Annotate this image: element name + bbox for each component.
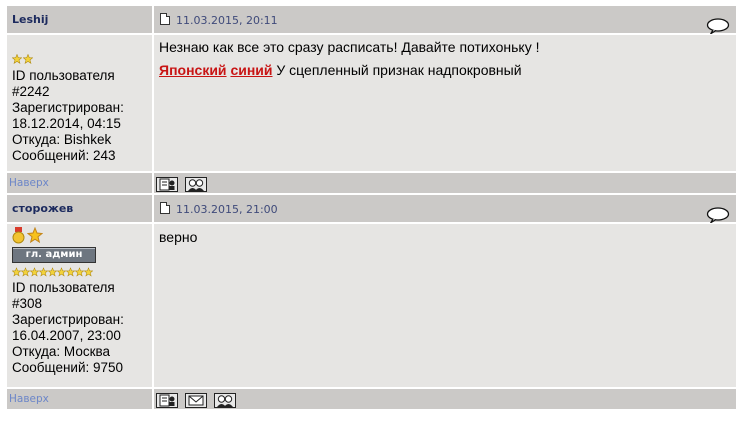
- post-text: Незнаю как все это сразу расписать! Дава…: [159, 39, 540, 55]
- post-footer-row: Наверх: [7, 173, 736, 193]
- post-date: 11.03.2015, 21:00: [176, 202, 278, 216]
- post-link-japanese[interactable]: Японский: [159, 62, 227, 78]
- user-stars: [12, 267, 147, 277]
- post-text-line2: Японский синий У сцепленный признак надп…: [159, 62, 731, 79]
- users-icon: [217, 394, 234, 407]
- posts-table: Leshij 11.03.2015, 20:11 ID пользователя…: [5, 4, 738, 411]
- user-medals: [12, 227, 147, 244]
- star-icon: [30, 267, 39, 277]
- post-actions: [154, 389, 736, 409]
- quote-bubble-icon[interactable]: [706, 206, 730, 223]
- user-message-count: Сообщений: 243: [12, 148, 116, 163]
- envelope-icon: [188, 395, 204, 405]
- registered-label: Зарегистрирован:: [12, 312, 124, 327]
- document-icon[interactable]: [160, 201, 170, 214]
- star-icon: [39, 267, 48, 277]
- post-author[interactable]: сторожев: [7, 195, 152, 222]
- user-location: Откуда: Bishkek: [12, 132, 112, 147]
- back-to-top-link[interactable]: Наверх: [7, 389, 152, 409]
- post-header-row: сторожев 11.03.2015, 21:00: [7, 195, 736, 223]
- user-id: #2242: [12, 84, 50, 99]
- star-icon: [84, 267, 93, 277]
- back-to-top-link[interactable]: Наверх: [7, 173, 152, 193]
- post-actions: [154, 173, 736, 193]
- post-date: 11.03.2015, 20:11: [176, 13, 278, 27]
- registered-date: 16.04.2007, 23:00: [12, 328, 121, 343]
- user-profile: гл. админ ID пользователя #308 Зарегистр…: [7, 224, 152, 387]
- user-message-count: Сообщений: 9750: [12, 360, 124, 375]
- profile-button[interactable]: [156, 176, 178, 192]
- friends-button[interactable]: [185, 176, 208, 192]
- star-icon: [66, 267, 75, 277]
- star-icon: [21, 267, 30, 277]
- user-id: #308: [12, 296, 43, 311]
- post-content-row: гл. админ ID пользователя #308 Зарегистр…: [7, 224, 736, 387]
- post-body: верно: [154, 224, 736, 387]
- registered-label: Зарегистрирован:: [12, 100, 124, 115]
- private-message-button[interactable]: [185, 392, 208, 408]
- star-icon: [12, 54, 22, 64]
- medal-icon: [27, 227, 43, 244]
- star-icon: [57, 267, 66, 277]
- post-meta: 11.03.2015, 21:00: [154, 195, 736, 223]
- registered-date: 18.12.2014, 04:15: [12, 116, 121, 131]
- forum-thread: Leshij 11.03.2015, 20:11 ID пользователя…: [5, 4, 738, 411]
- quote-bubble-icon[interactable]: [706, 17, 730, 34]
- post-meta: 11.03.2015, 20:11: [154, 6, 736, 34]
- star-icon: [48, 267, 57, 277]
- user-profile: ID пользователя #2242 Зарегистрирован: 1…: [7, 35, 152, 171]
- post-author[interactable]: Leshij: [7, 6, 152, 33]
- profile-button[interactable]: [156, 392, 178, 408]
- star-icon: [23, 54, 33, 64]
- star-icon: [12, 267, 21, 277]
- user-id-label: ID пользователя: [12, 280, 115, 295]
- post-header-row: Leshij 11.03.2015, 20:11: [7, 6, 736, 34]
- rank-badge: гл. админ: [12, 247, 96, 263]
- post-text-rest: У сцепленный признак надпокровный: [272, 62, 522, 78]
- user-location: Откуда: Москва: [12, 344, 111, 359]
- document-icon[interactable]: [160, 12, 170, 25]
- profile-icon: [159, 178, 175, 190]
- profile-icon: [159, 394, 175, 406]
- user-id-label: ID пользователя: [12, 68, 115, 83]
- post-footer-row: Наверх: [7, 389, 736, 409]
- post-link-blue[interactable]: синий: [230, 62, 272, 78]
- users-icon: [188, 178, 205, 191]
- star-icon: [75, 267, 84, 277]
- user-stars: [12, 54, 147, 64]
- post-text: верно: [159, 229, 198, 245]
- post-content-row: ID пользователя #2242 Зарегистрирован: 1…: [7, 35, 736, 171]
- post-body: Незнаю как все это сразу расписать! Дава…: [154, 35, 736, 171]
- medal-icon: [12, 227, 25, 244]
- friends-button[interactable]: [214, 392, 237, 408]
